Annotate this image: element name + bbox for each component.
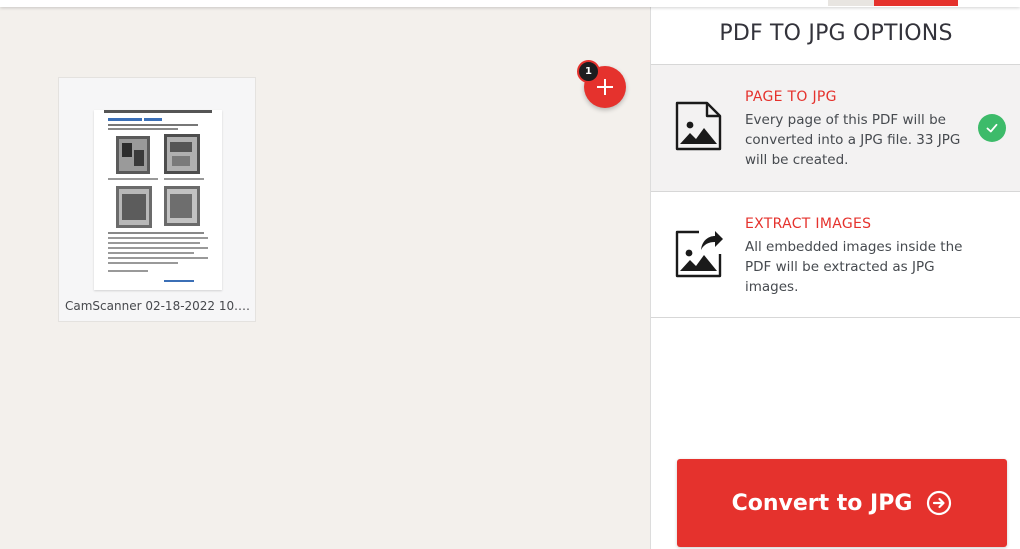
selected-check-icon — [978, 114, 1006, 142]
top-tab-inactive[interactable] — [828, 0, 874, 6]
checkmark-icon — [986, 123, 998, 133]
option-title: PAGE TO JPG — [745, 89, 837, 105]
file-count-badge: 1 — [577, 60, 600, 83]
options-sidebar: PDF TO JPG OPTIONS PAGE TO JPG Every pag… — [650, 7, 1020, 549]
option-description: Every page of this PDF will be converted… — [745, 110, 970, 170]
image-page-icon — [675, 101, 722, 151]
jpg-count: 33 — [916, 132, 934, 148]
document-thumbnail — [94, 110, 222, 290]
image-extract-icon — [675, 230, 723, 278]
option-title: EXTRACT IMAGES — [745, 216, 872, 232]
arrow-circle-right-icon — [927, 490, 952, 516]
file-workspace: CamScanner 02-18-2022 10.12.. 1 — [0, 7, 650, 549]
top-tab-active[interactable] — [874, 0, 958, 6]
file-card[interactable]: CamScanner 02-18-2022 10.12.. — [58, 77, 256, 322]
document-thumbnail-icon — [94, 110, 222, 290]
convert-button[interactable]: Convert to JPG — [677, 459, 1007, 547]
sidebar-title: PDF TO JPG OPTIONS — [719, 21, 953, 46]
option-page-to-jpg[interactable]: PAGE TO JPG Every page of this PDF will … — [651, 64, 1020, 191]
top-bar — [0, 0, 1020, 7]
option-extract-images[interactable]: EXTRACT IMAGES All embedded images insid… — [651, 191, 1020, 318]
file-name: CamScanner 02-18-2022 10.12.. — [65, 299, 251, 313]
convert-button-label: Convert to JPG — [731, 490, 913, 516]
option-description: All embedded images inside the PDF will … — [745, 239, 963, 295]
plus-icon — [597, 79, 613, 95]
